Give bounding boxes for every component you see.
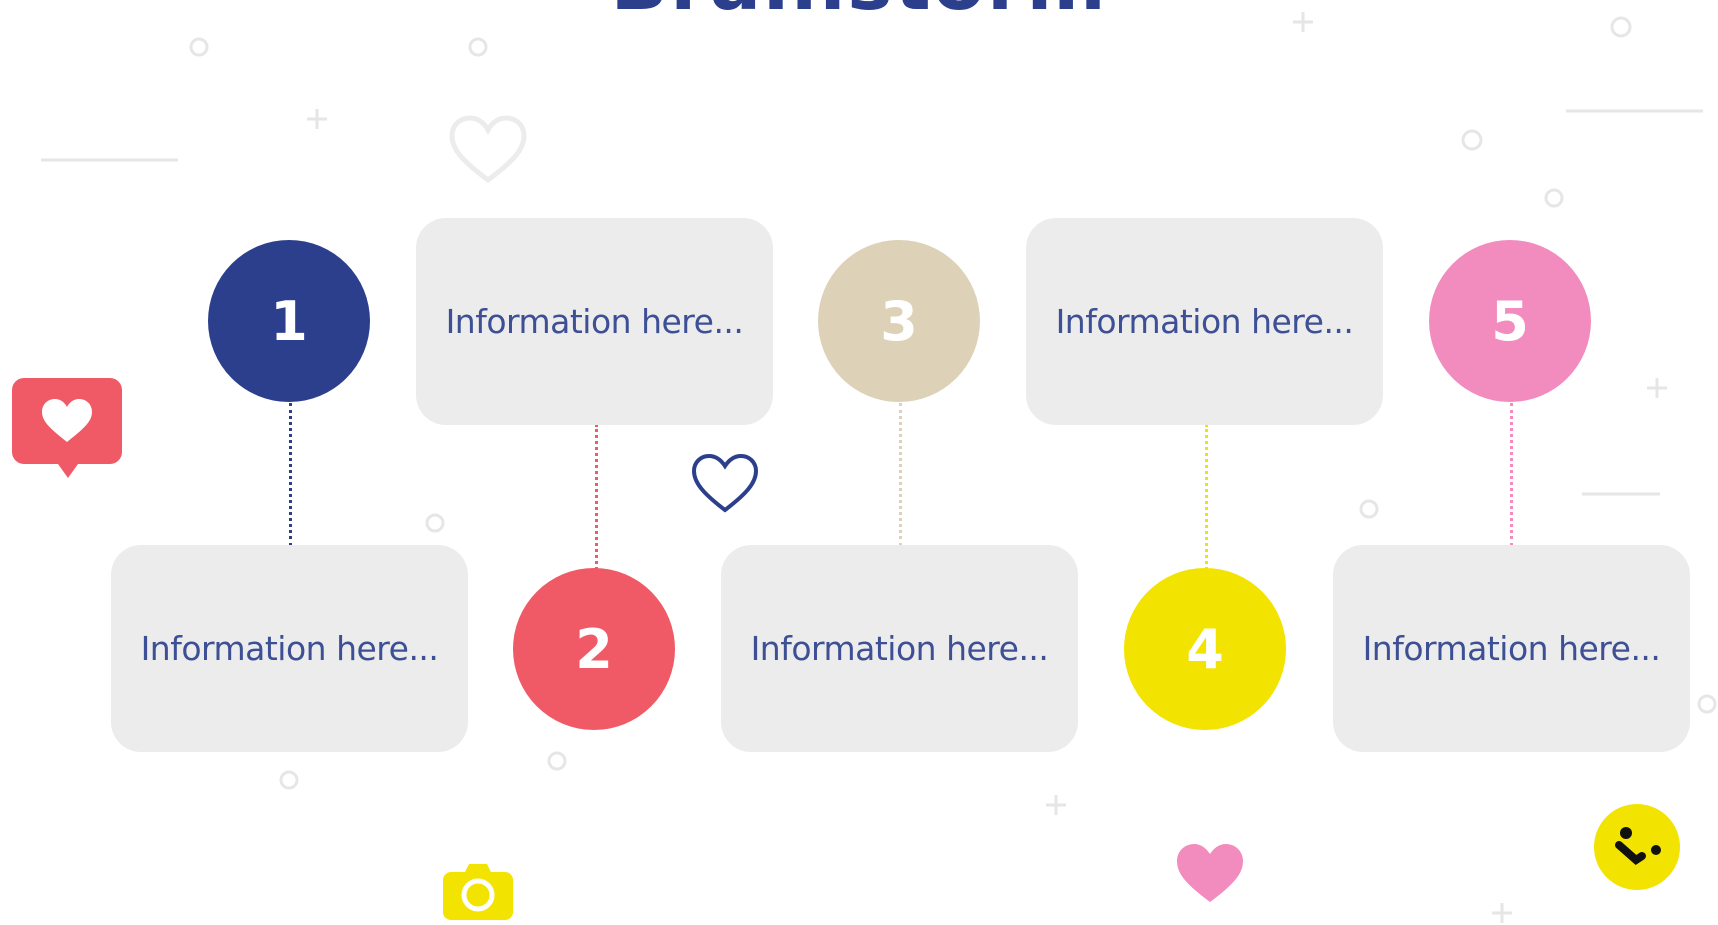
step-4-card: Information here... [1026, 218, 1383, 425]
connector-2 [595, 424, 598, 570]
heart-outline-icon [449, 115, 527, 184]
connector-1 [289, 403, 292, 546]
step-5-card: Information here... [1333, 545, 1690, 752]
step-4-circle: 4 [1124, 568, 1286, 730]
step-1-text: Information here... [140, 629, 439, 668]
step-3-text: Information here... [750, 629, 1049, 668]
step-2-text: Information here... [445, 302, 744, 341]
connector-3 [899, 403, 902, 546]
step-5-text: Information here... [1362, 629, 1661, 668]
heart-filled-icon [1177, 844, 1243, 902]
step-4-number: 4 [1186, 617, 1224, 681]
step-3-circle: 3 [818, 240, 980, 402]
heart-chat-bubble-icon [12, 378, 122, 478]
step-2-circle: 2 [513, 568, 675, 730]
camera-icon [443, 864, 513, 920]
step-3-number: 3 [880, 289, 918, 353]
step-2-number: 2 [575, 617, 613, 681]
connector-4 [1205, 424, 1208, 570]
connector-5 [1510, 403, 1513, 546]
step-2-card: Information here... [416, 218, 773, 425]
step-5-number: 5 [1491, 289, 1529, 353]
background-decoration [41, 12, 1717, 923]
trackpad-badge-icon [1594, 804, 1680, 890]
step-1-card: Information here... [111, 545, 468, 752]
step-1-number: 1 [270, 289, 308, 353]
heart-outline-icon [691, 453, 759, 513]
step-3-card: Information here... [721, 545, 1078, 752]
step-5-circle: 5 [1429, 240, 1591, 402]
step-4-text: Information here... [1055, 302, 1354, 341]
step-1-circle: 1 [208, 240, 370, 402]
